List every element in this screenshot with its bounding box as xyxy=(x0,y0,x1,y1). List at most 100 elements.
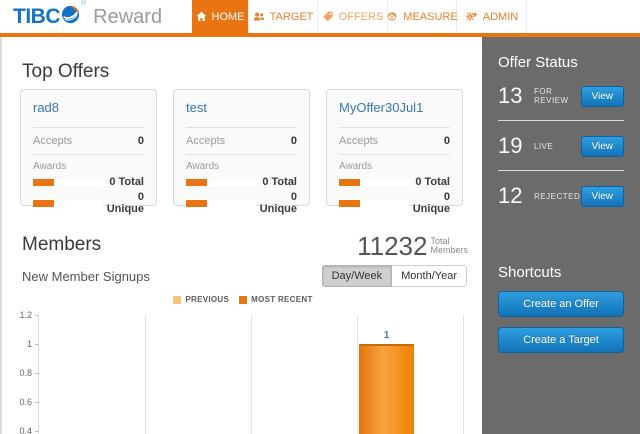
shortcuts-heading: Shortcuts xyxy=(498,264,562,281)
award-bar xyxy=(33,178,103,186)
new-member-signups-label: New Member Signups xyxy=(22,269,150,284)
create-offer-button[interactable]: Create an Offer xyxy=(498,291,624,317)
gridline xyxy=(463,315,464,434)
view-live-button[interactable]: View xyxy=(580,135,624,157)
period-toggle: Day/Week Month/Year xyxy=(321,265,467,287)
bar-most-recent xyxy=(359,344,414,434)
create-target-button[interactable]: Create a Target xyxy=(498,327,624,353)
y-tick-label: 0.4 xyxy=(19,426,32,434)
legend-swatch-previous xyxy=(173,295,182,304)
status-row-rejected: 12 REJECTED View xyxy=(498,171,624,220)
gears-icon xyxy=(465,11,478,22)
status-row-live: 19 LIVE View xyxy=(498,121,624,171)
users-icon xyxy=(253,11,265,22)
award-bar xyxy=(339,178,409,186)
status-count: 19 xyxy=(498,133,523,158)
award-total-row: 0 Total xyxy=(186,176,297,188)
award-total-value: 0 Total xyxy=(109,176,144,188)
bar-value-label: 1 xyxy=(383,330,390,341)
total-members-label: Total Members xyxy=(430,236,468,255)
top-offers-heading: Top Offers xyxy=(22,61,110,82)
logo-text: TIBC xyxy=(13,5,61,28)
tab-home[interactable]: HOME xyxy=(192,0,249,33)
award-unique-row: 0 Unique xyxy=(339,191,450,215)
accepts-label: Accepts xyxy=(339,135,379,147)
total-members-value: 11232 xyxy=(357,231,428,261)
accepts-row: Accepts 0 xyxy=(186,128,297,155)
main-content: Top Offers rad8 Accepts 0 Awards 0 Total… xyxy=(0,37,482,434)
y-tick-mark xyxy=(35,344,39,345)
tag-icon xyxy=(322,11,334,22)
accepts-value: 0 xyxy=(290,135,297,147)
gridline xyxy=(357,315,358,434)
award-bar xyxy=(186,178,256,186)
accepts-label: Accepts xyxy=(186,135,226,147)
chart-legend: PREVIOUS MOST RECENT xyxy=(2,295,484,304)
offer-title-link[interactable]: test xyxy=(186,100,297,128)
y-tick-mark xyxy=(35,315,39,316)
offer-status-heading: Offer Status xyxy=(498,54,578,71)
accepts-value: 0 xyxy=(443,135,450,147)
accepts-row: Accepts 0 xyxy=(339,128,450,155)
toggle-month-year[interactable]: Month/Year xyxy=(392,265,467,287)
tab-label: HOME xyxy=(211,10,245,23)
accepts-value: 0 xyxy=(137,135,144,147)
tab-label: OFFERS xyxy=(338,10,384,23)
members-heading: Members xyxy=(22,234,102,255)
y-tick-label: 1.2 xyxy=(19,310,32,320)
accepts-label: Accepts xyxy=(33,135,73,147)
tab-target[interactable]: TARGET xyxy=(249,0,318,33)
y-tick-mark xyxy=(35,402,39,403)
tab-measure[interactable]: MEASURE xyxy=(387,0,458,33)
tab-label: TARGET xyxy=(269,10,314,23)
new-member-signups-chart: 1.2 1 0.8 0.6 0.4 1 xyxy=(2,308,484,434)
y-tick-label: 0.8 xyxy=(19,368,32,378)
total-members: 11232 Total Members xyxy=(357,231,468,261)
right-sidebar: Offer Status 13 FOR REVIEW View 19 LIVE … xyxy=(482,37,640,434)
gridline xyxy=(145,315,146,434)
award-bar xyxy=(33,199,103,207)
accepts-row: Accepts 0 xyxy=(33,128,144,155)
status-label: REJECTED xyxy=(534,191,581,201)
tab-label: MEASURE xyxy=(403,10,458,23)
y-tick-label: 0.6 xyxy=(19,397,32,407)
y-axis xyxy=(38,315,39,434)
award-unique-row: 0 Unique xyxy=(186,191,297,215)
award-total-row: 0 Total xyxy=(339,176,450,188)
award-unique-value: 0 Unique xyxy=(412,191,450,215)
award-bar xyxy=(186,199,256,207)
status-count: 12 xyxy=(498,183,523,208)
award-total-value: 0 Total xyxy=(262,176,297,188)
tab-label: ADMIN xyxy=(482,10,519,23)
tibco-reward-logo[interactable]: TIBC ® Reward xyxy=(13,0,162,30)
offer-card: rad8 Accepts 0 Awards 0 Total 0 Unique xyxy=(20,89,157,215)
tab-offers[interactable]: OFFERS xyxy=(318,0,388,33)
view-for-review-button[interactable]: View xyxy=(580,85,624,107)
legend-item-most-recent: MOST RECENT xyxy=(239,295,313,304)
offer-title-link[interactable]: rad8 xyxy=(33,100,144,128)
top-navbar: TIBC ® Reward HOME TARGET OFFERS MEASURE… xyxy=(0,0,640,33)
view-rejected-button[interactable]: View xyxy=(580,185,624,207)
offer-title-link[interactable]: MyOffer30Jul1 xyxy=(339,100,450,128)
y-tick-label: 1 xyxy=(26,339,32,349)
award-unique-value: 0 Unique xyxy=(106,191,144,215)
award-unique-value: 0 Unique xyxy=(259,191,297,215)
status-count: 13 xyxy=(498,83,523,108)
status-label: FOR REVIEW xyxy=(534,87,569,105)
award-total-row: 0 Total xyxy=(33,176,144,188)
offer-card: MyOffer30Jul1 Accepts 0 Awards 0 Total 0… xyxy=(326,89,463,215)
y-tick-mark xyxy=(35,431,39,432)
award-unique-row: 0 Unique xyxy=(33,191,144,215)
status-row-for-review: 13 FOR REVIEW View xyxy=(498,71,624,121)
award-total-value: 0 Total xyxy=(415,176,450,188)
registered-mark: ® xyxy=(81,0,87,7)
top-offers-cards: rad8 Accepts 0 Awards 0 Total 0 Unique t… xyxy=(20,89,463,215)
main-nav: HOME TARGET OFFERS MEASURE ADMIN xyxy=(192,0,527,33)
toggle-day-week[interactable]: Day/Week xyxy=(321,265,393,287)
awards-label: Awards xyxy=(339,161,373,172)
tab-admin[interactable]: ADMIN xyxy=(457,0,527,33)
award-bar xyxy=(339,199,409,207)
tibco-swirl-o-icon xyxy=(61,5,80,29)
awards-label: Awards xyxy=(186,161,220,172)
status-label: LIVE xyxy=(534,141,554,151)
